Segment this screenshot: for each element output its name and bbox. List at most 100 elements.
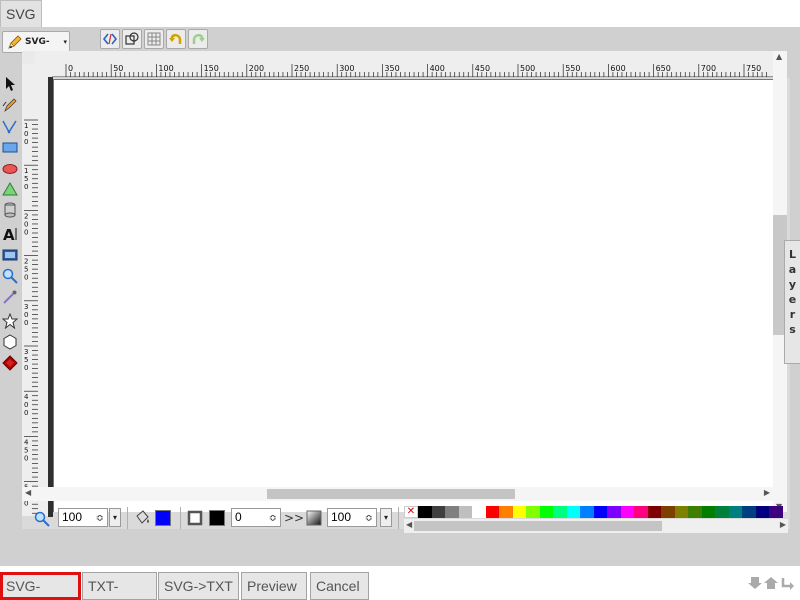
stroke-width-spinner-icon[interactable]: ≎	[269, 510, 277, 527]
opacity-input[interactable]: 100 ≎	[327, 508, 377, 527]
horizontal-scroll-thumb[interactable]	[267, 489, 515, 499]
eyedropper-tool[interactable]	[0, 287, 20, 307]
palette-swatch[interactable]	[580, 506, 594, 518]
opacity-icon	[306, 510, 322, 526]
palette-swatch[interactable]	[634, 506, 648, 518]
palette-swatch[interactable]	[674, 506, 688, 518]
opacity-spinner-icon[interactable]: ≎	[365, 510, 373, 527]
arrow-return-icon[interactable]	[780, 576, 794, 590]
palette-swatch[interactable]	[769, 506, 783, 518]
scroll-right-icon[interactable]: ▶	[764, 488, 770, 497]
image-tool[interactable]	[0, 245, 20, 265]
horizontal-scrollbar[interactable]: ◀ ▶	[22, 487, 773, 501]
text-tool[interactable]: A	[0, 224, 20, 244]
triangle-icon	[2, 182, 18, 196]
palette-scrollbar[interactable]: ◀ ▶	[404, 519, 788, 533]
layers-label-char: y	[788, 278, 797, 291]
tab-svg[interactable]: SVG	[0, 0, 42, 27]
undo-button[interactable]	[166, 29, 186, 49]
zoom-input[interactable]: 100 ≎	[58, 508, 108, 527]
palette-swatch[interactable]	[688, 506, 702, 518]
ellipse-icon	[2, 164, 18, 174]
palette-scroll-left-icon[interactable]: ◀	[406, 520, 412, 529]
txt-to-svg-button[interactable]: TXT->SVG	[82, 572, 157, 600]
palette-swatch[interactable]	[553, 506, 567, 518]
cancel-button[interactable]: Cancel	[310, 572, 369, 600]
layers-panel-toggle[interactable]: Layers	[784, 240, 800, 364]
svg-to-txt-button[interactable]: SVG->TXT	[158, 572, 239, 600]
svg-edit-menu-button[interactable]: SVG-Edit ▾	[2, 31, 70, 67]
palette-swatch[interactable]	[607, 506, 621, 518]
palette-swatch[interactable]	[472, 506, 486, 518]
redo-button[interactable]	[188, 29, 208, 49]
ruler-left-label: 0	[24, 228, 28, 236]
ruler-left-label: 1	[24, 167, 28, 175]
palette-swatch[interactable]	[485, 506, 499, 518]
zoom-value: 100	[62, 510, 83, 524]
undo-icon	[169, 33, 182, 44]
palette-swatch[interactable]	[742, 506, 756, 518]
palette-swatch[interactable]	[593, 506, 607, 518]
palette-swatch[interactable]	[620, 506, 634, 518]
palette-swatch[interactable]	[458, 506, 472, 518]
ruler-left-label: 0	[24, 454, 28, 462]
palette-scroll-right-icon[interactable]: ▶	[780, 520, 786, 529]
svg-text:A: A	[3, 226, 15, 242]
rectangle-tool[interactable]	[0, 137, 20, 157]
shape-tool[interactable]	[0, 179, 20, 199]
arrow-down-icon[interactable]	[748, 576, 762, 590]
preview-button[interactable]: Preview	[241, 572, 307, 600]
more-options-icon[interactable]: >>	[284, 511, 304, 525]
grid-icon	[147, 32, 161, 46]
footer-actions: SVG-SAVE TXT->SVG SVG->TXT Preview Cance…	[0, 572, 800, 600]
shape-library-tool[interactable]	[0, 353, 20, 373]
ruler-left-label: 3	[24, 348, 28, 356]
palette-swatch[interactable]	[647, 506, 661, 518]
wireframe-button[interactable]	[122, 29, 142, 49]
scroll-left-icon[interactable]: ◀	[25, 488, 31, 497]
palette-swatch[interactable]	[755, 506, 769, 518]
source-button[interactable]	[100, 29, 120, 49]
star-tool[interactable]	[0, 311, 20, 331]
scroll-up-icon[interactable]: ▲	[776, 52, 782, 61]
palette-swatch[interactable]	[715, 506, 729, 518]
svg-save-button[interactable]: SVG-SAVE	[0, 572, 81, 600]
opacity-dropdown-button[interactable]: ▾	[380, 508, 392, 527]
fill-color-swatch[interactable]	[155, 510, 171, 526]
stroke-width-input[interactable]: 0 ≎	[231, 508, 281, 527]
zoom-tool[interactable]	[0, 266, 20, 286]
grid-button[interactable]	[144, 29, 164, 49]
palette-swatch[interactable]	[431, 506, 445, 518]
layer-tool[interactable]	[0, 200, 20, 220]
ruler-left-label: 3	[24, 303, 28, 311]
palette-swatch[interactable]	[445, 506, 459, 518]
palette-swatches	[418, 506, 783, 518]
no-color-swatch[interactable]: ✕	[404, 506, 418, 518]
palette-swatch[interactable]	[526, 506, 540, 518]
diamond-shape-icon	[2, 355, 18, 371]
zoom-dropdown-button[interactable]: ▾	[109, 508, 121, 527]
stroke-color-swatch[interactable]	[209, 510, 225, 526]
palette-swatch[interactable]	[701, 506, 715, 518]
ruler-top-label: 600	[610, 64, 625, 73]
arrow-up-icon[interactable]	[764, 576, 778, 590]
palette-swatch[interactable]	[728, 506, 742, 518]
palette-scroll-thumb[interactable]	[414, 521, 662, 531]
zoom-spinner-icon[interactable]: ≎	[96, 510, 104, 527]
polygon-tool[interactable]	[0, 332, 20, 352]
ellipse-tool[interactable]	[0, 158, 20, 178]
palette-swatch[interactable]	[418, 506, 432, 518]
ruler-left-label: 2	[24, 258, 28, 266]
pencil-tool[interactable]	[0, 95, 20, 115]
palette-swatch[interactable]	[566, 506, 580, 518]
ruler-top-label: 750	[746, 64, 761, 73]
palette-swatch[interactable]	[661, 506, 675, 518]
palette-swatch[interactable]	[539, 506, 553, 518]
ruler-corner	[22, 51, 35, 64]
database-cylinder-icon	[4, 202, 16, 218]
select-tool[interactable]	[0, 74, 20, 94]
path-tool[interactable]	[0, 116, 20, 136]
palette-swatch[interactable]	[512, 506, 526, 518]
palette-swatch[interactable]	[499, 506, 513, 518]
drawing-canvas[interactable]	[53, 79, 773, 512]
